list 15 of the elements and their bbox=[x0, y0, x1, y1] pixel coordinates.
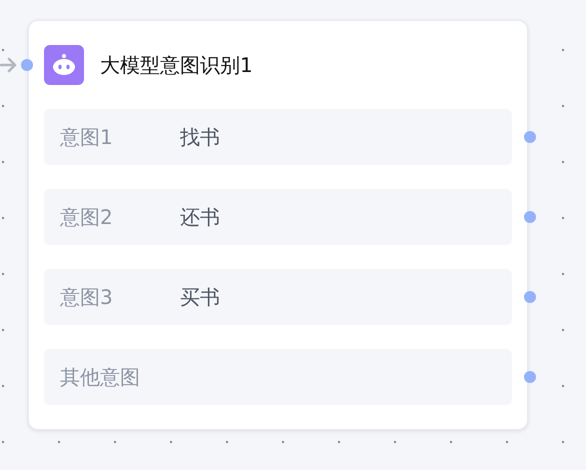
intent-value: 还书 bbox=[180, 204, 220, 230]
intent-value: 找书 bbox=[180, 124, 220, 150]
intent-value: 买书 bbox=[180, 284, 220, 310]
output-port[interactable] bbox=[524, 291, 536, 303]
robot-icon bbox=[44, 45, 84, 85]
intent-label: 意图3 bbox=[60, 284, 114, 310]
input-port[interactable] bbox=[21, 59, 33, 71]
output-port[interactable] bbox=[524, 211, 536, 223]
output-port[interactable] bbox=[524, 131, 536, 143]
node-title: 大模型意图识别1 bbox=[100, 52, 253, 78]
output-port[interactable] bbox=[524, 371, 536, 383]
intent-label: 意图1 bbox=[60, 124, 114, 150]
intent-label: 意图2 bbox=[60, 204, 114, 230]
arrow-icon bbox=[0, 56, 18, 74]
intent-label: 其他意图 bbox=[60, 364, 141, 390]
